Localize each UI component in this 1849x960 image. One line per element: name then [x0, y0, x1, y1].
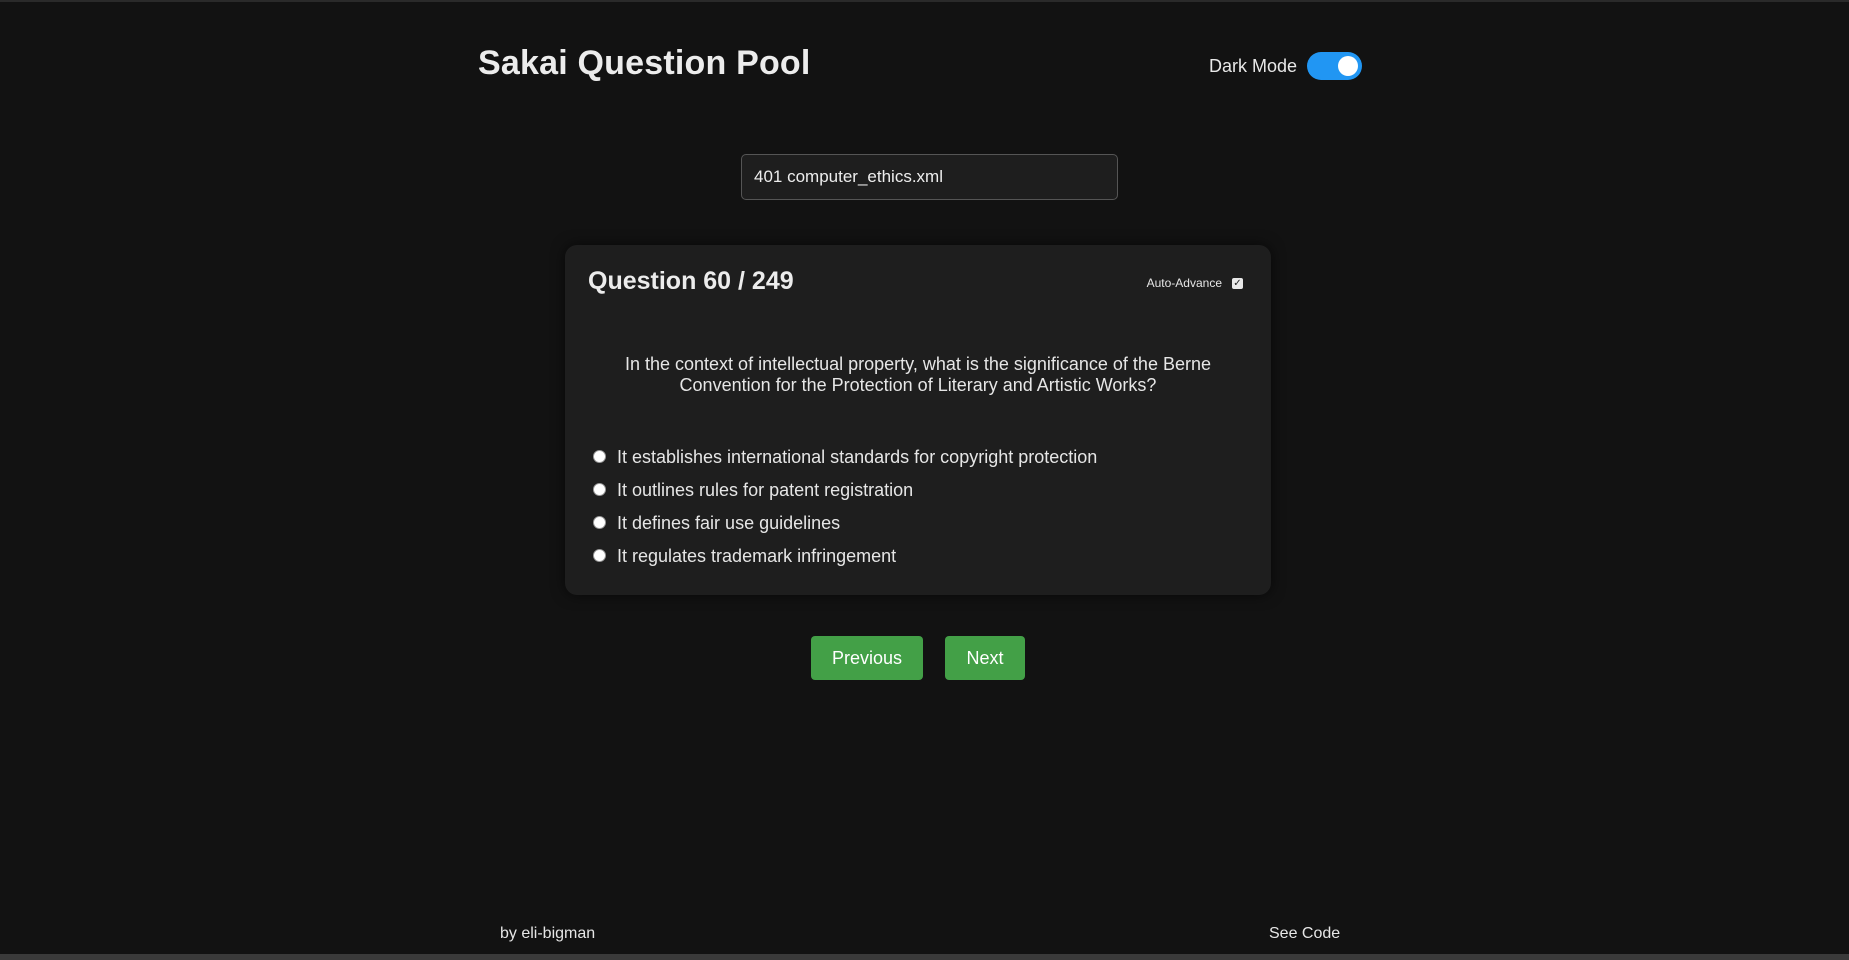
author-credit: by eli-bigman: [500, 925, 596, 942]
radio-button[interactable]: [593, 482, 606, 496]
answer-option[interactable]: It defines fair use guidelines: [593, 507, 1097, 540]
answer-option-label: It establishes international standards f…: [617, 447, 1098, 467]
answer-option-label: It outlines rules for patent registratio…: [617, 480, 914, 500]
question-pool-file-select[interactable]: 401 computer_ethics.xml: [741, 154, 1118, 200]
auto-advance-label: Auto-Advance: [1146, 276, 1222, 290]
top-border: [0, 0, 1849, 2]
answer-option[interactable]: It establishes international standards f…: [593, 441, 1097, 474]
auto-advance-checkbox[interactable]: ✓: [1232, 277, 1243, 289]
toggle-knob: [1338, 56, 1359, 76]
radio-button[interactable]: [593, 449, 606, 463]
next-button[interactable]: Next: [945, 636, 1025, 680]
answer-option[interactable]: It outlines rules for patent registratio…: [593, 474, 1097, 507]
dark-mode-label: Dark Mode: [1209, 55, 1298, 76]
see-code-link[interactable]: See Code: [1269, 925, 1340, 943]
file-select-value: 401 computer_ethics.xml: [754, 167, 943, 186]
answer-option-label: It defines fair use guidelines: [617, 513, 841, 533]
question-card: Question 60 / 249 Auto-Advance ✓ In the …: [565, 245, 1271, 595]
answer-option[interactable]: It regulates trademark infringement: [593, 540, 1097, 573]
bottom-border: [0, 954, 1849, 960]
page-title: Sakai Question Pool: [478, 44, 811, 82]
dark-mode-toggle[interactable]: [1307, 52, 1363, 80]
question-counter: Question 60 / 249: [588, 267, 794, 295]
auto-advance-control: Auto-Advance ✓: [1147, 276, 1243, 290]
radio-button[interactable]: [593, 515, 606, 529]
answer-options: It establishes international standards f…: [593, 441, 1097, 573]
question-text: In the context of intellectual property,…: [624, 354, 1211, 395]
previous-button[interactable]: Previous: [811, 636, 923, 680]
dark-mode-control: Dark Mode: [1209, 52, 1363, 80]
answer-option-label: It regulates trademark infringement: [617, 546, 897, 566]
radio-button[interactable]: [593, 548, 606, 562]
